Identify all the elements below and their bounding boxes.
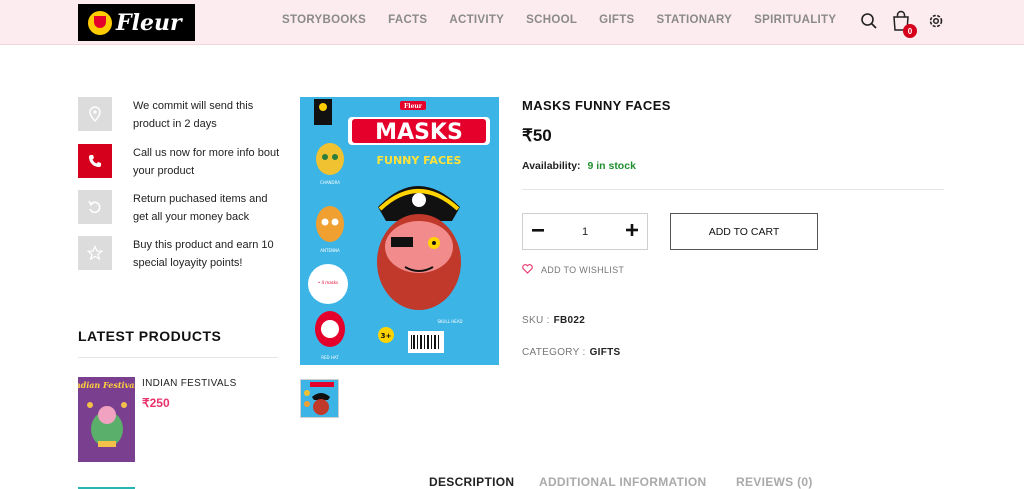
nav-item-facts[interactable]: FACTS bbox=[388, 14, 427, 26]
brand-logo[interactable]: Fleur bbox=[78, 4, 195, 41]
site-header: Fleur STORYBOOKS FACTS ACTIVITY SCHOOL G… bbox=[0, 0, 1024, 45]
info-text: Buy this product and earn 10 special loy… bbox=[133, 239, 274, 269]
tab-additional-information[interactable]: ADDITIONAL INFORMATION bbox=[539, 475, 706, 489]
product-thumbnail[interactable] bbox=[300, 379, 339, 418]
mask-label: RED HAT bbox=[321, 355, 339, 360]
cover-title: Indian Festivals bbox=[78, 380, 135, 390]
age-badge: 3+ bbox=[381, 332, 392, 340]
product-title: MASKS FUNNY FACES bbox=[522, 98, 671, 113]
mask-label: CHANDRA bbox=[320, 180, 340, 185]
heart-icon bbox=[522, 261, 533, 279]
cover-headline: MASKS bbox=[375, 120, 463, 145]
availability-label: Availability: bbox=[522, 160, 581, 172]
nav-item-school[interactable]: SCHOOL bbox=[526, 14, 577, 26]
nav-item-storybooks[interactable]: STORYBOOKS bbox=[282, 14, 366, 26]
phone-icon bbox=[78, 144, 112, 178]
cart-count-badge: 0 bbox=[903, 24, 917, 38]
quantity-input[interactable]: 1 bbox=[553, 226, 617, 238]
search-icon[interactable] bbox=[860, 12, 880, 32]
settings-icon[interactable] bbox=[927, 12, 947, 32]
sku-value: FB022 bbox=[553, 315, 586, 326]
info-row-call: Call us now for more info bout your prod… bbox=[78, 144, 279, 178]
nav-item-activity[interactable]: ACTIVITY bbox=[449, 14, 504, 26]
latest-products-heading: LATEST PRODUCTS bbox=[78, 328, 222, 344]
tab-reviews[interactable]: REVIEWS (0) bbox=[736, 475, 813, 489]
return-icon bbox=[78, 190, 112, 224]
latest-product-price: ₹250 bbox=[142, 396, 170, 410]
stock-status: 9 in stock bbox=[587, 160, 636, 172]
sku-label: SKU : bbox=[522, 315, 550, 326]
increase-quantity-button[interactable] bbox=[617, 220, 647, 243]
nav-item-spirituality[interactable]: SPIRITUALITY bbox=[754, 14, 836, 26]
availability: Availability: 9 in stock bbox=[522, 160, 636, 172]
sku-row: SKU : FB022 bbox=[522, 315, 585, 326]
info-row-delivery: We commit will send this product in 2 da… bbox=[78, 97, 253, 131]
divider bbox=[522, 189, 944, 190]
tab-description[interactable]: DESCRIPTION bbox=[429, 475, 514, 489]
location-pin-icon bbox=[78, 97, 112, 131]
cover-logo: Fleur bbox=[404, 103, 423, 110]
cover-subtitle: FUNNY FACES bbox=[377, 154, 462, 167]
add-to-cart-button[interactable]: ADD TO CART bbox=[670, 213, 818, 250]
info-text: Call us now for more info bout your prod… bbox=[133, 147, 280, 177]
svg-text:• 4 masks: • 4 masks bbox=[318, 280, 338, 285]
info-text: Return puchased items and get all your m… bbox=[133, 193, 268, 223]
logo-text: Fleur bbox=[116, 9, 182, 36]
mask-label: ANTENNA bbox=[320, 248, 340, 253]
decrease-quantity-button[interactable] bbox=[523, 220, 553, 243]
category-row: CATEGORY : GIFTS bbox=[522, 347, 621, 358]
logo-mark-icon bbox=[88, 10, 112, 35]
product-price: ₹50 bbox=[522, 126, 552, 145]
info-text: We commit will send this product in 2 da… bbox=[133, 100, 254, 130]
wishlist-label: ADD TO WISHLIST bbox=[541, 265, 625, 275]
divider bbox=[78, 357, 278, 358]
product-main-image[interactable]: Fleur MASKS FUNNY FACES CHANDRA ANTENNA … bbox=[300, 97, 499, 365]
quantity-stepper: 1 bbox=[522, 213, 648, 250]
nav-item-gifts[interactable]: GIFTS bbox=[599, 14, 634, 26]
info-row-points: Buy this product and earn 10 special loy… bbox=[78, 236, 274, 270]
add-to-wishlist-link[interactable]: ADD TO WISHLIST bbox=[522, 261, 624, 279]
mask-label: SKULL HEAD bbox=[437, 319, 462, 324]
latest-product-name[interactable]: INDIAN FESTIVALS bbox=[142, 378, 237, 389]
latest-product-thumbnail[interactable]: Indian Festivals bbox=[78, 377, 135, 462]
category-link[interactable]: GIFTS bbox=[590, 347, 621, 358]
info-row-return: Return puchased items and get all your m… bbox=[78, 190, 268, 224]
main-nav: STORYBOOKS FACTS ACTIVITY SCHOOL GIFTS S… bbox=[282, 14, 858, 26]
nav-item-stationary[interactable]: STATIONARY bbox=[657, 14, 733, 26]
category-label: CATEGORY : bbox=[522, 347, 586, 358]
star-icon bbox=[78, 236, 112, 270]
